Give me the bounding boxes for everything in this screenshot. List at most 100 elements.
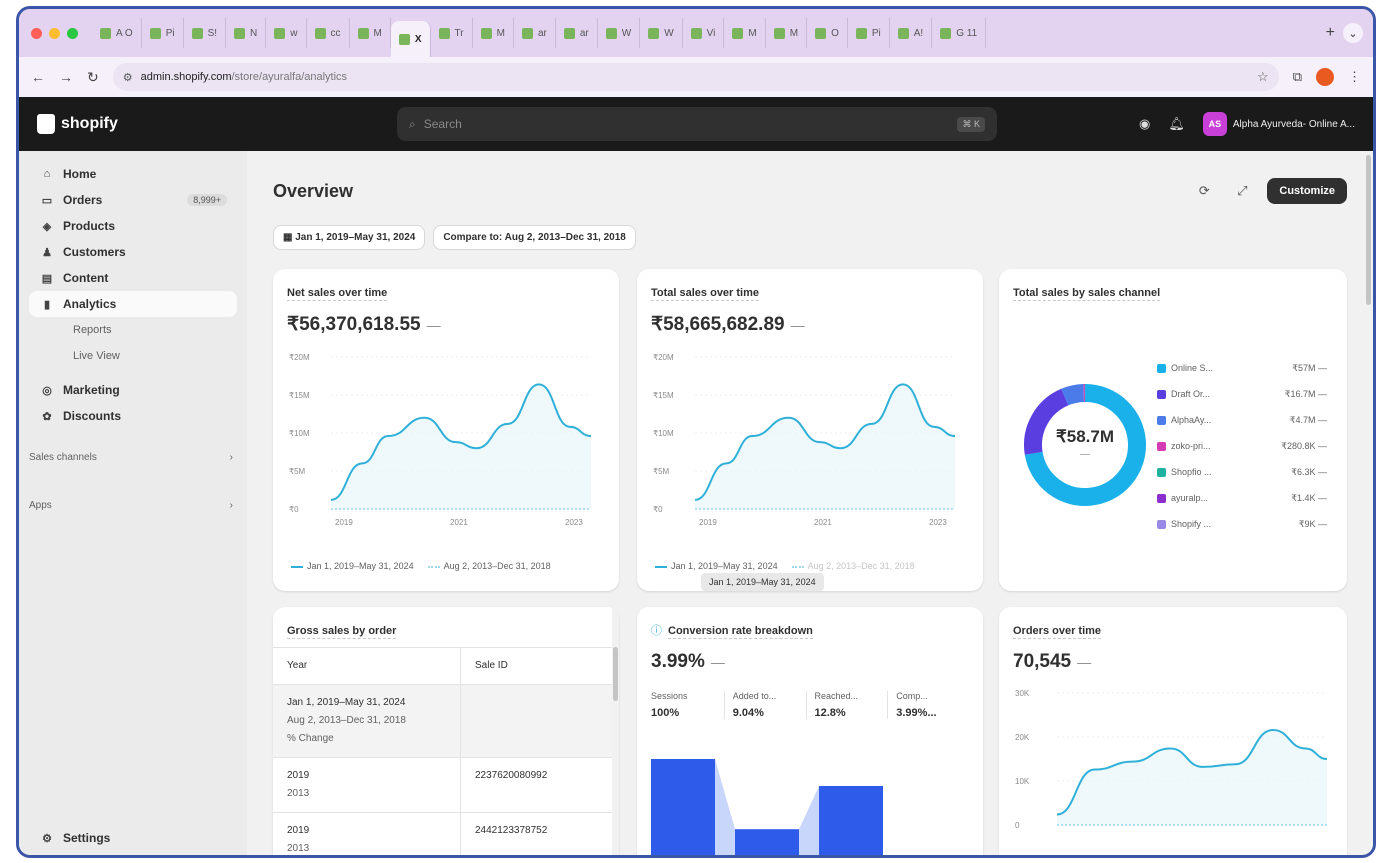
table-header: Year Sale ID	[273, 647, 619, 684]
donut-slice[interactable]	[1061, 384, 1085, 406]
search-input[interactable]: ⌕ Search ⌘ K	[397, 107, 997, 141]
total-sales-card[interactable]: Total sales over time ₹58,665,682.89 — ₹2…	[637, 269, 983, 591]
funnel-bar[interactable]	[735, 829, 799, 858]
legend-current: Jan 1, 2019–May 31, 2024	[655, 561, 778, 571]
sidebar-section-sales-channels[interactable]: Sales channels ›	[19, 445, 237, 469]
sidebar-item-settings[interactable]: ⚙ Settings	[29, 825, 237, 851]
legend-row[interactable]: ayuralp... ₹1.4K —	[1157, 485, 1327, 511]
store-menu[interactable]: AS Alpha Ayurveda- Online A...	[1202, 112, 1355, 136]
sale-id: 2237620080992	[475, 770, 548, 781]
sidebar-item-home[interactable]: ⌂ Home	[29, 161, 237, 187]
browser-tab[interactable]: Pi	[142, 18, 184, 48]
sidebar-item-analytics[interactable]: ▮ Analytics	[29, 291, 237, 317]
table-row: 2019 2013 2237620080992	[273, 757, 619, 812]
browser-tab[interactable]: ar	[514, 18, 556, 48]
legend-row[interactable]: Online S... ₹57M —	[1157, 355, 1327, 381]
tab-label: M	[496, 27, 505, 39]
legend-swatch	[1157, 389, 1166, 399]
sidebar-item-orders[interactable]: ▭ Orders 8,999+	[29, 187, 237, 213]
y-tick-label: 20K	[1015, 733, 1030, 742]
gross-sales-card[interactable]: Gross sales by order Year Sale ID Jan 1,…	[273, 607, 619, 855]
customize-button[interactable]: Customize	[1267, 178, 1347, 204]
tab-search-button[interactable]: ⌄	[1343, 23, 1363, 43]
funnel-step[interactable]: Reached... 12.8%	[805, 691, 888, 719]
legend-row[interactable]: Draft Or... ₹16.7M —	[1157, 381, 1327, 407]
table-scrollbar[interactable]	[612, 607, 619, 855]
date-range-picker[interactable]: ▦ Jan 1, 2019–May 31, 2024	[273, 225, 426, 250]
browser-tab[interactable]: Pi	[848, 18, 890, 48]
legend-row[interactable]: zoko-pri... ₹280.8K —	[1157, 433, 1327, 459]
sales-channel-card[interactable]: Total sales by sales channel ₹58.7M — On…	[999, 269, 1347, 591]
sidebar-item-label: Settings	[63, 831, 111, 845]
sidebar-item-marketing[interactable]: ◎ Marketing	[29, 377, 237, 403]
page-scrollbar[interactable]	[1365, 151, 1373, 855]
browser-tab[interactable]: O	[807, 18, 848, 48]
site-info-icon[interactable]: ⚙	[123, 71, 133, 84]
browser-tab[interactable]: W	[598, 18, 641, 48]
browser-tab[interactable]: A!	[890, 18, 933, 48]
browser-tab[interactable]: W	[640, 18, 683, 48]
col-saleid-header[interactable]: Sale ID	[461, 648, 522, 684]
close-window-button[interactable]	[31, 27, 42, 39]
browser-tab[interactable]: X	[390, 21, 431, 57]
net-sales-card[interactable]: Net sales over time ₹56,370,618.55 — ₹20M…	[273, 269, 619, 591]
maximize-window-button[interactable]	[67, 27, 78, 39]
browser-tab[interactable]: Vi	[683, 18, 725, 48]
compare-picker[interactable]: Compare to: Aug 2, 2013–Dec 31, 2018	[433, 225, 636, 250]
shopify-logo[interactable]: shopify	[37, 114, 397, 134]
sidekick-icon[interactable]: ◉	[1139, 116, 1150, 132]
bookmark-star-icon[interactable]: ☆	[1257, 69, 1269, 85]
back-icon[interactable]: ←	[31, 69, 45, 85]
sidebar-item-content[interactable]: ▤ Content	[29, 265, 237, 291]
conversion-card[interactable]: ⓘ Conversion rate breakdown 3.99% — Sessio…	[637, 607, 983, 858]
sidebar-item-customers[interactable]: ♟ Customers	[29, 239, 237, 265]
orders-card[interactable]: Orders over time 70,545 — 30K 20K 10K 0	[999, 607, 1347, 855]
tab-label: w	[290, 27, 298, 39]
browser-tab[interactable]: M	[350, 18, 391, 48]
browser-tab[interactable]: N	[226, 18, 267, 48]
minimize-window-button[interactable]	[49, 27, 60, 39]
sidebar-item-live-view[interactable]: Live View	[29, 343, 237, 369]
sidebar-section-apps[interactable]: Apps ›	[19, 493, 237, 517]
browser-tab[interactable]: w	[266, 18, 307, 48]
channel-value: ₹4.7M —	[1289, 414, 1327, 425]
url-input[interactable]: ⚙ admin.shopify.com/store/ayuralfa/analy…	[112, 63, 1279, 91]
funnel-bar[interactable]	[651, 759, 715, 858]
sidebar-item-discounts[interactable]: ✿ Discounts	[29, 403, 237, 429]
funnel-step[interactable]: Comp... 3.99%...	[887, 691, 969, 719]
browser-tab[interactable]: ar	[556, 18, 598, 48]
browser-tab[interactable]: cc	[307, 18, 350, 48]
browser-tab[interactable]: G 11	[932, 18, 987, 48]
extensions-icon[interactable]: ⧉	[1293, 69, 1302, 85]
change-indicator: —	[426, 317, 441, 333]
profile-avatar[interactable]	[1316, 68, 1334, 86]
card-title: Total sales by sales channel	[1013, 287, 1161, 301]
browser-tab[interactable]: M	[724, 18, 766, 48]
legend-row[interactable]: AlphaAy... ₹4.7M —	[1157, 407, 1327, 433]
browser-menu-icon[interactable]: ⋮	[1348, 69, 1361, 85]
info-icon[interactable]: ⓘ	[651, 625, 662, 637]
count-badge: 8,999+	[187, 194, 227, 206]
y-tick-label: ₹5M	[289, 467, 306, 476]
forward-icon[interactable]: →	[59, 69, 73, 85]
new-tab-button[interactable]: +	[1318, 24, 1343, 42]
legend-row[interactable]: Shopify ... ₹9K —	[1157, 511, 1327, 537]
notifications-bell-icon[interactable]: 🔔︎	[1168, 116, 1185, 132]
browser-tab[interactable]: M	[766, 18, 808, 48]
browser-tab[interactable]: Tr	[431, 18, 473, 48]
browser-tab[interactable]: A O	[92, 18, 142, 48]
col-year-header[interactable]: Year	[273, 648, 461, 684]
funnel-step[interactable]: Added to... 9.04%	[723, 691, 806, 719]
sidebar-item-products[interactable]: ◈ Products	[29, 213, 237, 239]
reload-icon[interactable]: ↻	[87, 69, 99, 86]
legend-previous: Aug 2, 2013–Dec 31, 2018	[791, 561, 915, 571]
browser-tab[interactable]: S!	[184, 18, 227, 48]
y-tick-label: ₹20M	[653, 353, 674, 362]
legend-row[interactable]: Shopfio ... ₹6.3K —	[1157, 459, 1327, 485]
sidebar-item-reports[interactable]: Reports	[29, 317, 237, 343]
browser-tab[interactable]: M	[473, 18, 514, 48]
funnel-bar[interactable]	[819, 786, 883, 858]
fullscreen-icon[interactable]: ⤢	[1229, 178, 1255, 204]
refresh-data-icon[interactable]: ⟳	[1191, 178, 1217, 204]
funnel-step[interactable]: Sessions 100%	[651, 691, 724, 719]
